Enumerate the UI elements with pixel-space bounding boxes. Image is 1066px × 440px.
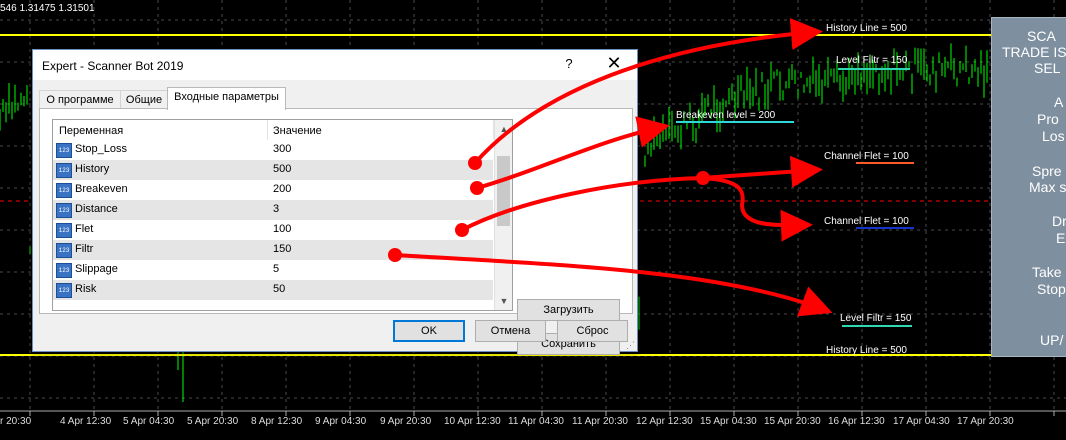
channel-flet-1-underline — [856, 162, 914, 164]
tab-content: Переменная Значение 123 Stop_Loss 300 12… — [39, 108, 633, 355]
annotation-breakeven: Breakeven level = 200 — [676, 110, 776, 121]
param-name: Filtr — [75, 243, 94, 255]
ok-button[interactable]: OK — [393, 320, 465, 342]
param-value[interactable]: 200 — [273, 183, 291, 195]
param-value[interactable]: 500 — [273, 163, 291, 175]
info-panel: SCA TRADE IS SEL A Pro Los Spre Max s Dr… — [991, 17, 1066, 357]
level-filtr-bottom-underline — [842, 325, 912, 327]
time-axis-label: 10 Apr 12:30 — [444, 416, 501, 427]
param-name: Stop_Loss — [75, 143, 127, 155]
integer-icon: 123 — [56, 263, 72, 278]
param-row-stop-loss[interactable]: 123 Stop_Loss 300 — [53, 140, 493, 160]
panel-line: Take — [1032, 264, 1062, 280]
time-axis-label: r 20:30 — [0, 416, 32, 427]
time-axis-label: 12 Apr 12:30 — [636, 416, 693, 427]
param-row-flet[interactable]: 123 Flet 100 — [53, 220, 493, 240]
scroll-thumb[interactable] — [497, 156, 510, 226]
time-axis-label: 17 Apr 04:30 — [893, 416, 950, 427]
panel-line: E — [1056, 230, 1066, 246]
level-filtr-top-underline — [838, 68, 910, 70]
param-name: Distance — [75, 203, 118, 215]
time-axis-label: 11 Apr 04:30 — [508, 416, 564, 427]
tab-general[interactable]: Общие — [120, 90, 168, 109]
panel-line: Los — [1042, 128, 1065, 144]
params-scrollbar[interactable]: ▲ ▼ — [494, 120, 512, 310]
annotation-history-top: History Line = 500 — [826, 23, 907, 34]
panel-line: Spre — [1032, 163, 1062, 179]
panel-line: Pro — [1037, 111, 1059, 127]
channel-flet-2-underline — [856, 227, 914, 229]
time-axis-label: 5 Apr 04:30 — [123, 416, 175, 427]
time-axis-label: 11 Apr 20:30 — [572, 416, 628, 427]
param-name: Flet — [75, 223, 94, 235]
parameters-table[interactable]: Переменная Значение 123 Stop_Loss 300 12… — [52, 119, 513, 311]
time-axis-label: 4 Apr 12:30 — [60, 416, 112, 427]
integer-icon: 123 — [56, 243, 72, 258]
integer-icon: 123 — [56, 283, 72, 298]
time-axis-label: 8 Apr 12:30 — [251, 416, 303, 427]
time-axis-label: 15 Apr 20:30 — [764, 416, 821, 427]
param-name: Risk — [75, 283, 97, 295]
breakeven-underline — [676, 121, 794, 123]
integer-icon: 123 — [56, 143, 72, 158]
param-name: Breakeven — [75, 183, 128, 195]
annotation-level-filtr-top: Level Filtr = 150 — [836, 55, 908, 66]
panel-line: TRADE IS — [1002, 44, 1066, 60]
param-name: History — [75, 163, 110, 175]
param-name: Slippage — [75, 263, 118, 275]
param-value[interactable]: 100 — [273, 223, 291, 235]
panel-line: Max s — [1029, 179, 1066, 195]
param-row-history[interactable]: 123 History 500 — [53, 160, 493, 180]
dialog-title: Expert - Scanner Bot 2019 — [42, 59, 184, 73]
panel-line: UP/ — [1040, 332, 1064, 348]
scroll-up-arrow-icon[interactable]: ▲ — [495, 120, 512, 138]
param-value[interactable]: 50 — [273, 283, 285, 295]
panel-line: Dr — [1052, 213, 1066, 229]
resize-grip-icon[interactable]: ⋰ — [626, 340, 635, 351]
param-row-distance[interactable]: 123 Distance 3 — [53, 200, 493, 220]
time-axis-label: 9 Apr 20:30 — [380, 416, 432, 427]
reset-button[interactable]: Сброс — [557, 320, 628, 342]
panel-line: SEL — [1034, 60, 1061, 76]
annotation-channel-flet-1: Channel Flet = 100 — [824, 151, 909, 162]
integer-icon: 123 — [56, 223, 72, 238]
integer-icon: 123 — [56, 183, 72, 198]
tab-about[interactable]: О программе — [39, 90, 121, 109]
cancel-button[interactable]: Отмена — [475, 320, 546, 342]
price-header: 546 1.31475 1.31501 — [0, 3, 95, 14]
param-row-risk[interactable]: 123 Risk 50 — [53, 280, 493, 300]
param-value[interactable]: 300 — [273, 143, 291, 155]
integer-icon: 123 — [56, 203, 72, 218]
column-header-variable[interactable]: Переменная — [53, 120, 268, 140]
param-row-slippage[interactable]: 123 Slippage 5 — [53, 260, 493, 280]
panel-line: A — [1054, 94, 1064, 110]
load-button[interactable]: Загрузить — [517, 299, 620, 321]
time-axis-label: 5 Apr 20:30 — [187, 416, 239, 427]
time-axis-label: 17 Apr 20:30 — [957, 416, 1014, 427]
column-header-value[interactable]: Значение — [267, 120, 494, 140]
param-row-breakeven[interactable]: 123 Breakeven 200 — [53, 180, 493, 200]
close-button[interactable]: ✕ — [604, 53, 624, 74]
tab-inputs[interactable]: Входные параметры — [167, 87, 286, 110]
param-value[interactable]: 150 — [273, 243, 291, 255]
help-button[interactable]: ? — [561, 56, 577, 71]
dialog-titlebar[interactable]: Expert - Scanner Bot 2019 ? ✕ — [33, 50, 637, 80]
annotation-level-filtr-bottom: Level Filtr = 150 — [840, 313, 912, 324]
annotation-history-bottom: History Line = 500 — [826, 345, 907, 356]
time-axis-label: 16 Apr 12:30 — [828, 416, 885, 427]
param-value[interactable]: 3 — [273, 203, 279, 215]
time-axis-label: 15 Apr 04:30 — [700, 416, 757, 427]
annotation-channel-flet-2: Channel Flet = 100 — [824, 216, 909, 227]
time-axis-label: 9 Apr 04:30 — [315, 416, 367, 427]
panel-line: Stop — [1037, 281, 1066, 297]
param-row-filtr[interactable]: 123 Filtr 150 — [53, 240, 493, 260]
integer-icon: 123 — [56, 163, 72, 178]
expert-dialog: Expert - Scanner Bot 2019 ? ✕ О программ… — [32, 49, 638, 355]
param-value[interactable]: 5 — [273, 263, 279, 275]
scroll-down-arrow-icon[interactable]: ▼ — [495, 292, 512, 310]
panel-line: SCA — [1027, 28, 1056, 44]
